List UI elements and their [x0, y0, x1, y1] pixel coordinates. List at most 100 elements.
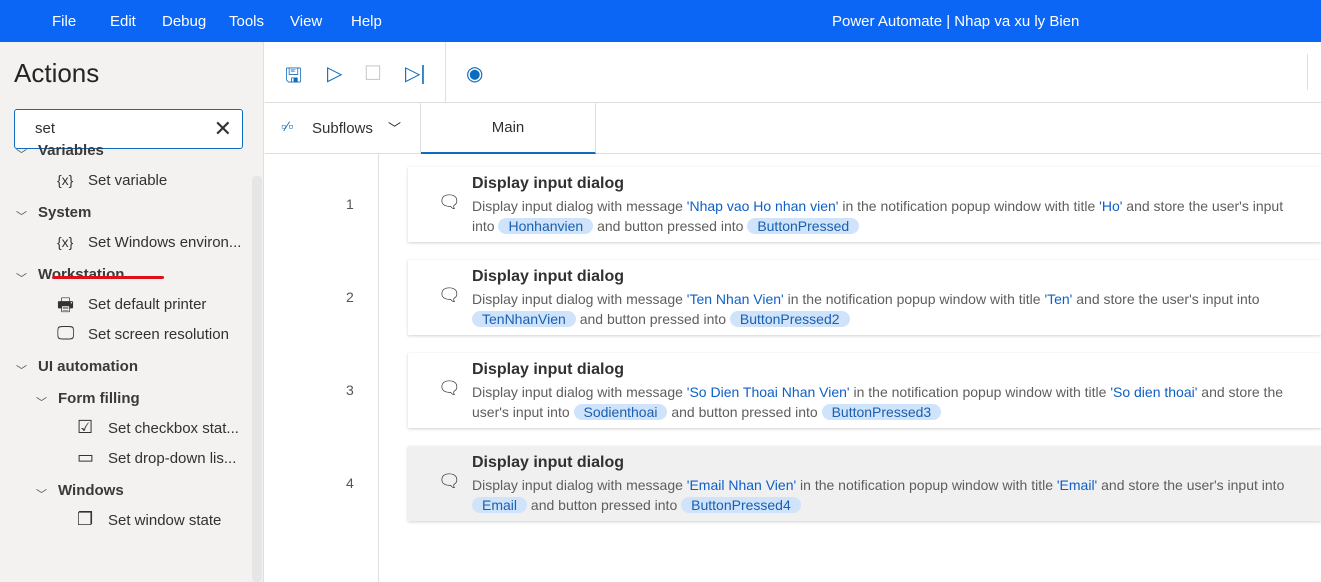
menu-file[interactable]: File: [52, 13, 76, 30]
step-icon[interactable]: ▷|: [405, 61, 426, 86]
string-literal: 'Ten': [1044, 291, 1073, 307]
description-text: in the notification popup window with ti…: [783, 291, 1045, 307]
variable-token[interactable]: ButtonPressed2: [729, 311, 850, 327]
chevron-down-icon: ﹀: [388, 121, 402, 136]
description-text: Display input dialog with message: [472, 291, 687, 307]
chevron-down-icon[interactable]: ﹀: [16, 362, 27, 378]
description-text: and store the user's input into: [1072, 291, 1260, 307]
line-number: 3: [346, 382, 354, 398]
action-description: Display input dialog with message 'So Di…: [472, 382, 1302, 422]
toolbar-divider: [1307, 54, 1308, 90]
variable-token[interactable]: Sodienthoai: [573, 404, 668, 420]
description-text: Display input dialog with message: [472, 198, 687, 214]
tree-group-4[interactable]: Workstation: [38, 266, 124, 283]
variable-icon: {x}: [57, 234, 74, 250]
subflows-label: Subflows: [312, 120, 373, 137]
description-text: Display input dialog with message: [472, 477, 687, 493]
line-number: 4: [346, 475, 354, 491]
tree-group-11[interactable]: Windows: [58, 482, 124, 499]
action-row[interactable]: 🗨 Display input dialog Display input dialo…: [408, 446, 1321, 521]
description-text: in the notification popup window with ti…: [796, 477, 1057, 493]
description-text: Display input dialog with message: [472, 384, 687, 400]
description-text: and button pressed into: [575, 311, 730, 327]
variable-token[interactable]: ButtonPressed4: [681, 497, 801, 513]
action-title: Display input dialog: [472, 454, 625, 471]
record-icon[interactable]: ◉: [466, 61, 483, 86]
action-row[interactable]: 🗨 Display input dialog Display input dialo…: [408, 353, 1321, 428]
menu-edit[interactable]: Edit: [110, 13, 136, 30]
toolbar-divider: [445, 42, 446, 102]
toolbar: 🖫 ▷ ☐ ▷| ◉: [265, 42, 1321, 103]
sidebar-scrollbar[interactable]: [252, 176, 262, 582]
tree-item-action[interactable]: Set default printer: [88, 296, 206, 313]
tab-bar: ▫⁄▫ Subflows ﹀ Main: [265, 103, 1321, 154]
chevron-down-icon[interactable]: ﹀: [16, 208, 27, 224]
string-literal: 'So dien thoai': [1110, 384, 1198, 400]
clear-search-icon[interactable]: ✕: [214, 116, 232, 142]
action-title: Display input dialog: [472, 268, 625, 285]
checkbox-icon: ☑: [77, 417, 94, 437]
string-literal: 'So Dien Thoai Nhan Vien': [686, 384, 850, 400]
variable-icon: {x}: [57, 172, 74, 188]
message-dialog-icon: 🗨: [438, 285, 461, 305]
menu-help[interactable]: Help: [351, 13, 382, 30]
tab-main[interactable]: Main: [421, 103, 596, 154]
description-text: and button pressed into: [667, 404, 822, 420]
line-gutter-divider: [378, 154, 379, 582]
string-literal: 'Email': [1056, 477, 1098, 493]
line-number: 1: [346, 196, 354, 212]
variable-token[interactable]: Email: [472, 497, 528, 513]
tree-item-action[interactable]: Set window state: [108, 512, 221, 529]
run-icon[interactable]: ▷: [327, 61, 342, 86]
string-literal: 'Ten Nhan Vien': [686, 291, 784, 307]
tree-item-action[interactable]: Set drop-down lis...: [108, 450, 236, 467]
description-text: and button pressed into: [527, 497, 682, 513]
subflow-icon: ▫⁄▫: [281, 118, 294, 134]
variable-token[interactable]: TenNhanVien: [472, 311, 576, 327]
description-text: in the notification popup window with ti…: [838, 198, 1100, 214]
app-title: Power Automate | Nhap va xu ly Bien: [832, 13, 1080, 30]
save-icon[interactable]: 🖫: [285, 61, 302, 95]
line-number: 2: [346, 289, 354, 305]
tree-group-2[interactable]: System: [38, 204, 91, 221]
description-text: in the notification popup window with ti…: [849, 384, 1111, 400]
chevron-down-icon[interactable]: ﹀: [36, 394, 47, 410]
tree-item-action[interactable]: Set Windows environ...: [88, 234, 241, 251]
menu-debug[interactable]: Debug: [162, 13, 206, 30]
menu-view[interactable]: View: [290, 13, 322, 30]
search-input[interactable]: [35, 120, 205, 137]
variable-token[interactable]: Honhanvien: [498, 218, 594, 234]
menu-tools[interactable]: Tools: [229, 13, 264, 30]
action-description: Display input dialog with message 'Email…: [472, 475, 1302, 515]
tree-group-0[interactable]: Variables: [38, 142, 104, 159]
stop-icon[interactable]: ☐: [364, 61, 382, 86]
chevron-down-icon[interactable]: ﹀: [16, 270, 27, 286]
string-literal: 'Email Nhan Vien': [686, 477, 797, 493]
string-literal: 'Ho': [1099, 198, 1123, 214]
string-literal: 'Nhap vao Ho nhan vien': [686, 198, 839, 214]
variable-token[interactable]: ButtonPressed: [747, 218, 860, 234]
action-row[interactable]: 🗨 Display input dialog Display input dialo…: [408, 167, 1321, 242]
variable-token[interactable]: ButtonPressed3: [821, 404, 942, 420]
description-text: and button pressed into: [593, 218, 748, 234]
window-icon: ❐: [77, 509, 94, 529]
action-description: Display input dialog with message 'Ten N…: [472, 289, 1302, 329]
subflows-dropdown[interactable]: ▫⁄▫ Subflows ﹀: [265, 103, 421, 153]
chevron-down-icon[interactable]: ﹀: [16, 146, 27, 162]
tree-item-action[interactable]: Set checkbox stat...: [108, 420, 239, 437]
tree-item-action[interactable]: Set screen resolution: [88, 326, 229, 343]
title-bar: File Edit Debug Tools View Help Power Automat…: [0, 0, 1321, 42]
message-dialog-icon: 🗨: [438, 378, 461, 398]
action-title: Display input dialog: [472, 361, 625, 378]
actions-pane: Actions ✕ ﹀ Variables {x} Set variable ﹀ Syst…: [0, 42, 264, 582]
action-description: Display input dialog with message 'Nhap …: [472, 196, 1302, 236]
monitor-icon: 🖵: [57, 323, 75, 343]
message-dialog-icon: 🗨: [438, 471, 461, 491]
tree-item-action[interactable]: Set variable: [88, 172, 167, 189]
action-row[interactable]: 🗨 Display input dialog Display input dialo…: [408, 260, 1321, 335]
tree-group-7[interactable]: UI automation: [38, 358, 138, 375]
chevron-down-icon[interactable]: ﹀: [36, 486, 47, 502]
action-title: Display input dialog: [472, 175, 625, 192]
tree-group-8[interactable]: Form filling: [58, 390, 140, 407]
red-underline-annotation: [52, 276, 164, 279]
